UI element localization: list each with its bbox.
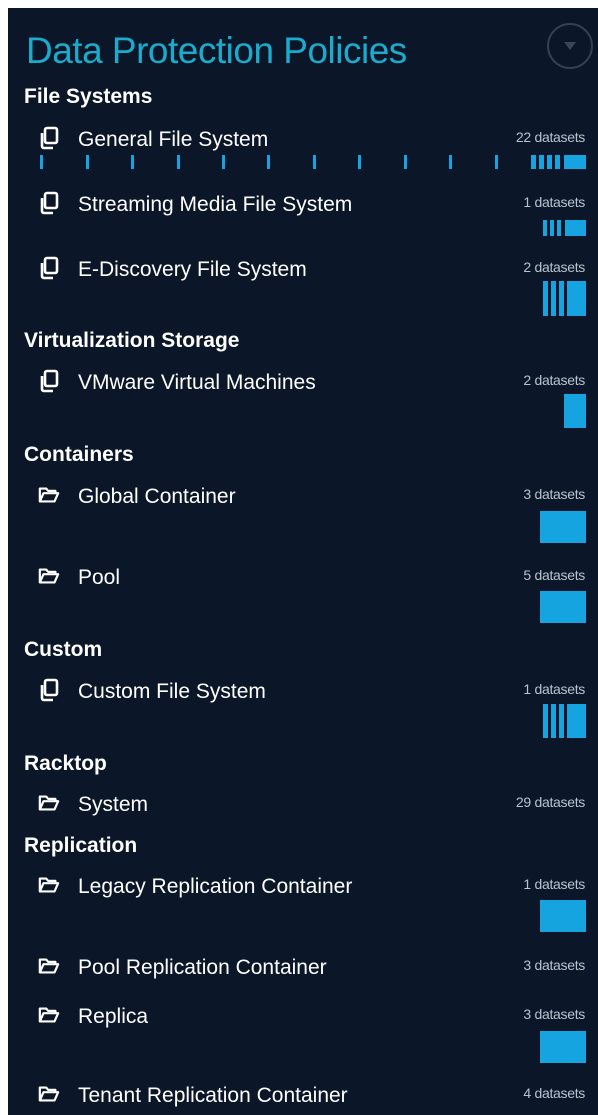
folder-icon <box>38 873 60 897</box>
policy-label: System <box>78 793 149 816</box>
policy-label: Legacy Replication Container <box>78 875 353 898</box>
dataset-count: 3 datasets <box>523 486 585 502</box>
folder-icon <box>38 791 60 815</box>
dataset-count: 1 datasets <box>523 681 585 697</box>
dataset-count: 2 datasets <box>523 372 585 388</box>
policy-label: Custom File System <box>78 680 266 703</box>
section-file-systems: File Systems <box>24 85 153 108</box>
dataset-bar-e-discovery-file-system <box>8 281 598 317</box>
policy-label: Pool <box>78 566 121 589</box>
policy-label: General File System <box>78 128 269 151</box>
policy-item-pool-replication-container[interactable]: Pool Replication Container 3 datasets <box>8 954 598 994</box>
section-containers: Containers <box>24 443 134 466</box>
section-virtualization-storage: Virtualization Storage <box>24 329 240 352</box>
dataset-bar-legacy-replication-container <box>8 900 598 934</box>
folder-icon <box>38 564 60 588</box>
policy-label: VMware Virtual Machines <box>78 371 316 394</box>
folder-icon <box>38 954 60 978</box>
dataset-count: 22 datasets <box>515 129 585 145</box>
dataset-bar-custom-file-system <box>8 704 598 740</box>
dataset-count: 5 datasets <box>523 567 585 583</box>
panel-title: Data Protection Policies <box>26 30 407 71</box>
policy-item-tenant-replication-container[interactable]: Tenant Replication Container 4 datasets <box>8 1082 598 1115</box>
copy-icon <box>38 191 60 215</box>
policy-label: Tenant Replication Container <box>78 1084 348 1107</box>
section-racktop: Racktop <box>24 752 107 775</box>
policy-label: Global Container <box>78 485 236 508</box>
dataset-count: 2 datasets <box>523 259 585 275</box>
section-replication: Replication <box>24 834 138 857</box>
dataset-bar-vmware-virtual-machines <box>8 394 598 430</box>
dataset-count: 3 datasets <box>523 957 585 973</box>
chevron-down-icon <box>564 42 576 50</box>
copy-icon <box>38 126 60 150</box>
dataset-bar-general-file-system <box>8 151 598 171</box>
policy-label: Replica <box>78 1005 149 1028</box>
dataset-count: 4 datasets <box>523 1085 585 1101</box>
dataset-bar-streaming-media-file-system <box>8 220 598 238</box>
dataset-bar-replica <box>8 1031 598 1065</box>
copy-icon <box>38 369 60 393</box>
policy-label: E-Discovery File System <box>78 258 307 281</box>
policy-label: Pool Replication Container <box>78 956 327 979</box>
folder-icon <box>38 483 60 507</box>
copy-icon <box>38 256 60 280</box>
dataset-bar-global-container <box>8 511 598 545</box>
policies-panel: Data Protection Policies File Systems Ge… <box>8 8 598 1115</box>
policy-label: Streaming Media File System <box>78 193 353 216</box>
folder-icon <box>38 1003 60 1027</box>
copy-icon <box>38 678 60 702</box>
section-custom: Custom <box>24 638 103 661</box>
policy-item-system[interactable]: System 29 datasets <box>8 791 598 831</box>
dataset-count: 3 datasets <box>523 1006 585 1022</box>
dataset-count: 1 datasets <box>523 876 585 892</box>
folder-icon <box>38 1082 60 1106</box>
dataset-bar-pool <box>8 591 598 625</box>
dataset-count: 1 datasets <box>523 194 585 210</box>
dataset-count: 29 datasets <box>515 794 585 810</box>
collapse-button[interactable] <box>547 23 593 69</box>
